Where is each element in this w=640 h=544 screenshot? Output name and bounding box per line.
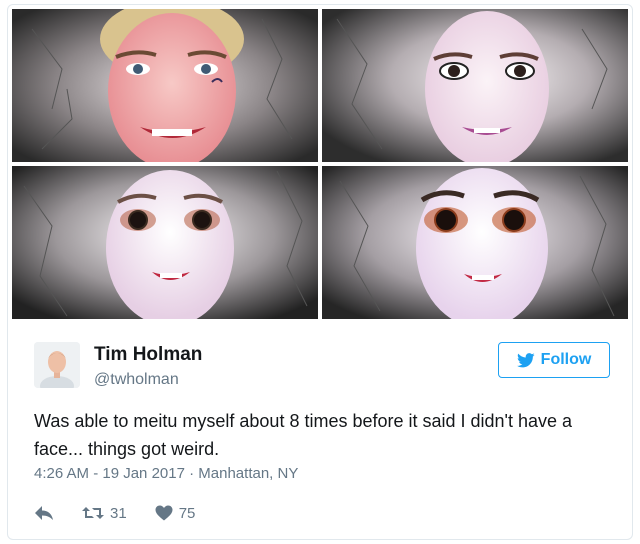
author-handle[interactable]: @twholman — [94, 371, 179, 389]
reply-icon — [35, 506, 53, 520]
photo-grid[interactable] — [12, 9, 628, 320]
heart-icon — [155, 505, 173, 521]
tweet-text: Was able to meitu myself about 8 times b… — [34, 411, 573, 459]
meitu-photo-2 — [322, 9, 628, 162]
tweet-meta: 4:26 AM - 19 Jan 2017 · Manhattan, NY — [34, 465, 298, 482]
retweet-icon — [82, 507, 104, 519]
author-name[interactable]: Tim Holman — [94, 344, 202, 366]
meitu-photo-4 — [322, 166, 628, 319]
tweet-header: Tim Holman @twholman Follow — [30, 338, 614, 394]
meitu-photo-1 — [12, 9, 318, 162]
follow-label: Follow — [540, 351, 592, 368]
tweet-timestamp[interactable]: 4:26 AM - 19 Jan 2017 — [34, 465, 185, 482]
tweet-location[interactable]: Manhattan, NY — [198, 465, 298, 482]
meitu-photo-3 — [12, 166, 318, 319]
photo-panel-2[interactable] — [322, 9, 628, 162]
follow-button[interactable]: Follow — [498, 342, 610, 378]
tweet-card: Tim Holman @twholman Follow Was able to … — [7, 4, 633, 540]
photo-panel-1[interactable] — [12, 9, 318, 162]
photo-panel-4[interactable] — [322, 166, 628, 319]
avatar-image — [34, 342, 80, 388]
like-button[interactable]: 75 — [155, 504, 196, 522]
like-count: 75 — [178, 504, 196, 522]
photo-panel-3[interactable] — [12, 166, 318, 319]
retweet-button[interactable]: 31 — [82, 505, 127, 522]
avatar[interactable] — [34, 342, 80, 388]
reply-button[interactable] — [34, 505, 54, 521]
twitter-bird-icon — [516, 352, 535, 367]
retweet-count: 31 — [110, 504, 127, 522]
meta-separator: · — [189, 465, 195, 482]
tweet-actions: 31 75 — [34, 501, 223, 525]
